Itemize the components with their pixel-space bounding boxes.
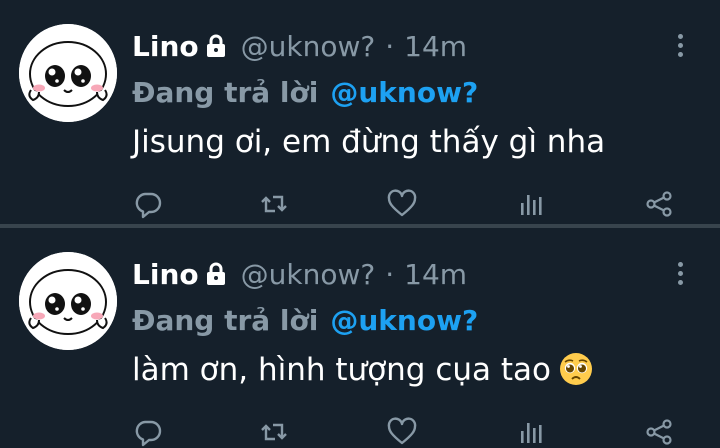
retweet-icon <box>261 423 287 441</box>
separator-dot: · <box>385 257 395 291</box>
lock-icon <box>205 261 227 287</box>
analytics-icon <box>521 423 542 443</box>
heart-icon <box>387 417 417 445</box>
heart-icon <box>387 189 417 217</box>
replying-to: Đang trả lời @uknow? <box>132 72 478 112</box>
reply-icon <box>135 420 162 447</box>
share-icon <box>646 419 672 445</box>
like-button[interactable] <box>384 186 420 222</box>
avatar-image <box>19 24 117 122</box>
timestamp[interactable]: 14m <box>404 258 467 291</box>
replying-to-handle[interactable]: @uknow? <box>330 304 478 337</box>
analytics-button[interactable] <box>513 186 549 222</box>
tweet-actions <box>0 186 720 222</box>
avatar[interactable] <box>19 252 117 350</box>
separator-dot: · <box>385 29 395 63</box>
tweet-text-content: làm ơn, hình tượng cụa tao <box>132 352 551 388</box>
tweet-text: làm ơn, hình tượng cụa tao <box>132 352 593 388</box>
tweet-actions <box>0 414 720 448</box>
more-vertical-icon[interactable] <box>670 34 690 60</box>
tweet-header: Lino @uknow? · 14m <box>132 254 467 294</box>
share-button[interactable] <box>641 186 677 222</box>
reply-button[interactable] <box>130 186 166 222</box>
user-handle[interactable]: @uknow? <box>241 30 376 63</box>
replying-to-label: Đang trả lời <box>132 75 319 109</box>
tweet-text: Jisung ơi, em đừng thấy gì nha <box>132 124 605 160</box>
tweet[interactable]: Lino @uknow? · 14m Đang trả lời @uknow? … <box>0 0 720 224</box>
pleading-face-emoji-icon <box>560 353 592 385</box>
reply-button[interactable] <box>130 414 166 448</box>
replying-to-label: Đang trả lời <box>132 303 319 337</box>
tweet[interactable]: Lino @uknow? · 14m Đang trả lời @uknow? … <box>0 228 720 448</box>
retweet-icon <box>261 195 287 213</box>
lock-icon <box>205 33 227 59</box>
timeline: Lino @uknow? · 14m Đang trả lời @uknow? … <box>0 0 720 448</box>
more-vertical-icon[interactable] <box>670 262 690 288</box>
replying-to: Đang trả lời @uknow? <box>132 300 478 340</box>
retweet-button[interactable] <box>256 414 292 448</box>
avatar[interactable] <box>19 24 117 122</box>
display-name[interactable]: Lino <box>132 30 199 63</box>
share-button[interactable] <box>641 414 677 448</box>
analytics-button[interactable] <box>513 414 549 448</box>
timestamp[interactable]: 14m <box>404 30 467 63</box>
user-handle[interactable]: @uknow? <box>241 258 376 291</box>
share-icon <box>646 191 672 217</box>
like-button[interactable] <box>384 414 420 448</box>
reply-icon <box>135 192 162 219</box>
avatar-image <box>19 252 117 350</box>
replying-to-handle[interactable]: @uknow? <box>330 76 478 109</box>
retweet-button[interactable] <box>256 186 292 222</box>
analytics-icon <box>521 195 542 215</box>
tweet-header: Lino @uknow? · 14m <box>132 26 467 66</box>
display-name[interactable]: Lino <box>132 258 199 291</box>
tweet-text-content: Jisung ơi, em đừng thấy gì nha <box>132 124 606 160</box>
